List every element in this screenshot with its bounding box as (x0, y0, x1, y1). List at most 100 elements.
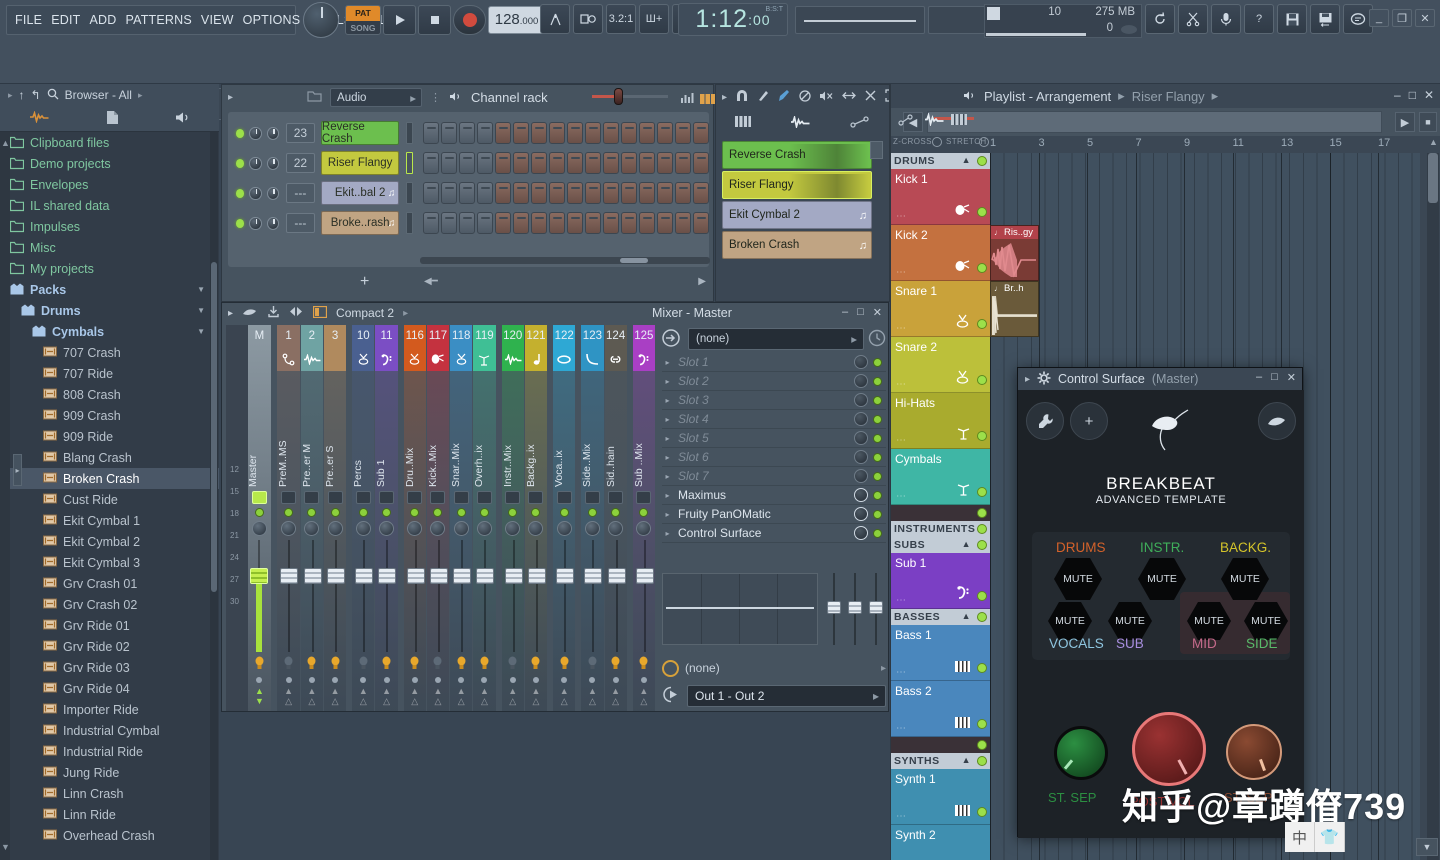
browser-item[interactable]: 707 Crash (10, 342, 219, 363)
mixer-pan-knob[interactable] (528, 521, 544, 536)
track-group-header[interactable]: INSTRUMENTS (891, 521, 990, 537)
browser-item[interactable]: Industrial Cymbal (10, 720, 219, 741)
track-more[interactable]: ⋯ (896, 267, 906, 278)
browser-item[interactable]: Grv Ride 01 (10, 615, 219, 636)
mixer-effect-slot[interactable]: ▸ Slot 4 (662, 410, 886, 429)
mixer-track-led[interactable] (531, 508, 541, 517)
step-button[interactable] (675, 122, 691, 144)
cs-maximize[interactable]: □ (1271, 371, 1278, 384)
browser-item[interactable]: 909 Crash (10, 405, 219, 426)
mixer-record-arm[interactable] (458, 677, 465, 683)
step-button[interactable] (423, 182, 439, 204)
mixer-strip[interactable]: 122 Voca..ix ▲ △ (553, 325, 576, 711)
mixer-effect-slot[interactable]: ▸ Slot 3 (662, 391, 886, 410)
menu-view[interactable]: VIEW (201, 13, 234, 27)
chevron-down-icon[interactable]: ▼ (197, 306, 205, 315)
track-more[interactable]: ⋯ (896, 491, 906, 502)
step-button[interactable] (477, 212, 493, 234)
mixer-strip[interactable]: 125 Sub ..Mix ▲ △ (632, 325, 655, 711)
channel-volume-knob[interactable] (266, 126, 279, 140)
browser-back-icon[interactable]: ↰ (31, 88, 41, 102)
channel-row[interactable]: 23 Reverse Crash (228, 118, 709, 148)
mixer-track-name[interactable]: PreM..MS (277, 371, 289, 491)
mixer-record-arm[interactable] (383, 677, 390, 683)
mute-button-sub[interactable]: MUTE (1108, 602, 1152, 640)
mixer-effect-slot[interactable]: ▸ Control Surface (662, 524, 886, 543)
file-icon[interactable] (106, 110, 119, 128)
playlist-close[interactable]: ✕ (1424, 88, 1434, 102)
playlist-resize-corner[interactable]: ▼ (1416, 838, 1438, 856)
mixer-view-arrow[interactable]: ▸ (403, 308, 408, 319)
menu-edit[interactable]: EDIT (51, 13, 80, 27)
play-button[interactable] (383, 5, 416, 35)
mixer-strip[interactable]: 2 Pre..er M ▲ △ (300, 325, 323, 711)
browser-item[interactable]: 707 Ride (10, 363, 219, 384)
mixer-record-arm[interactable] (509, 677, 516, 683)
browser-item[interactable]: Grv Ride 04 (10, 678, 219, 699)
step-button[interactable] (621, 182, 637, 204)
step-button[interactable] (621, 152, 637, 174)
slot-expand-arrow[interactable]: ▸ (662, 453, 673, 462)
slot-expand-arrow[interactable]: ▸ (662, 472, 673, 481)
playlist-track-header[interactable]: Synth 1 ⋯ (891, 769, 990, 825)
slot-expand-arrow[interactable]: ▸ (662, 529, 673, 538)
mixer-fx-bulb[interactable] (450, 652, 472, 674)
mixer-pan-knob[interactable] (453, 521, 469, 536)
channel-pan-knob[interactable] (249, 216, 262, 230)
menu-patterns[interactable]: PATTERNS (125, 13, 191, 27)
mixer-pan-knob[interactable] (476, 521, 492, 536)
cr-keyboard-icon[interactable] (700, 92, 716, 107)
track-group-led[interactable] (977, 612, 987, 622)
mixer-track-name[interactable]: Percs (352, 371, 364, 491)
slot-mix-knob[interactable] (854, 526, 868, 540)
overdub-icon[interactable]: 3.2:1 (606, 4, 636, 34)
browser-item[interactable]: My projects (9, 258, 219, 279)
slot-expand-arrow[interactable]: ▸ (662, 510, 673, 519)
step-button[interactable] (567, 212, 583, 234)
mixer-send-arrows[interactable]: ▲△ (605, 686, 627, 710)
channel-led[interactable] (236, 218, 245, 228)
mixer-volume-fader[interactable] (301, 540, 323, 652)
playlist-clip[interactable]: ♩ Br..h (990, 281, 1039, 337)
tempo-display[interactable]: 128.000 (488, 6, 545, 34)
mixer-track-name[interactable]: Dru..Mix (404, 371, 416, 491)
step-button[interactable] (423, 212, 439, 234)
browser-item[interactable]: Clipboard files (9, 132, 219, 153)
mixer-effect-slot[interactable]: ▸ Slot 7 (662, 467, 886, 486)
track-led[interactable] (977, 207, 987, 217)
browser-item[interactable]: Drums ▼ (10, 300, 219, 321)
plus-icon[interactable]: + (1070, 402, 1108, 440)
playlist-track-header[interactable]: Snare 1 ⋯ (891, 281, 990, 337)
slip-icon[interactable] (842, 90, 856, 104)
playlist-overview[interactable] (927, 111, 1382, 133)
paint-icon[interactable] (778, 89, 791, 105)
mixer-mute-button[interactable] (327, 491, 343, 504)
mixer-view-swatch[interactable] (312, 305, 328, 321)
track-more[interactable]: ⋯ (896, 595, 906, 606)
mixer-send-arrows[interactable]: ▲△ (427, 686, 449, 710)
step-button[interactable] (585, 152, 601, 174)
track-led[interactable] (977, 807, 987, 817)
playlist-crumb-arrow2[interactable]: ▸ (1212, 88, 1219, 104)
step-button[interactable] (693, 212, 709, 234)
minimize-button[interactable]: _ (1369, 9, 1389, 27)
mixer-pan-knob[interactable] (636, 521, 652, 536)
playlist-vscroll[interactable]: ▲ (1427, 137, 1439, 860)
channel-mixer-track[interactable]: 23 (285, 123, 315, 143)
mixer-swap-icon[interactable] (289, 306, 304, 320)
mute-button-vocals[interactable]: MUTE (1048, 602, 1092, 640)
mixer-record-arm[interactable] (612, 677, 619, 683)
browser-item[interactable]: Misc (9, 237, 219, 258)
mixer-fx-bulb[interactable] (605, 652, 627, 674)
track-led[interactable] (977, 431, 987, 441)
mixer-volume-fader[interactable] (633, 540, 655, 652)
browser-item[interactable]: Jung Ride (10, 762, 219, 783)
record-button[interactable] (453, 5, 486, 35)
mixer-strip[interactable]: 118 Snar..Mix ▲ △ (450, 325, 473, 711)
slot-expand-arrow[interactable]: ▸ (662, 396, 673, 405)
step-button[interactable] (639, 152, 655, 174)
mixer-output-select[interactable]: Out 1 - Out 2 (687, 685, 886, 707)
playlist-track-header[interactable]: Kick 2 ⋯ (891, 225, 990, 281)
playlist-crumb-arrow[interactable]: ▸ (1118, 88, 1125, 104)
channel-volume-knob[interactable] (266, 216, 279, 230)
